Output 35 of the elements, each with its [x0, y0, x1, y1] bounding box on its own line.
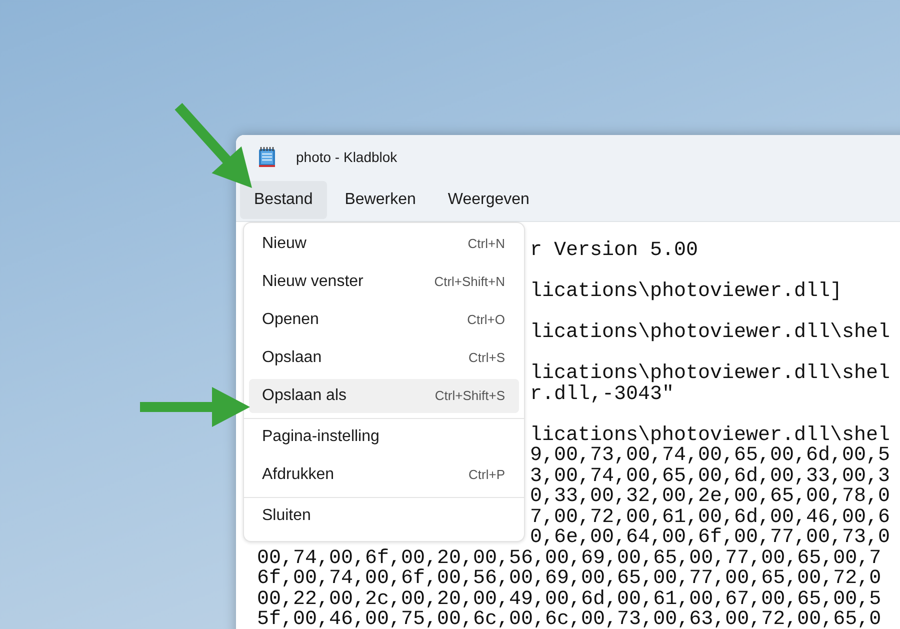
text-line: r.dll,-3043" [530, 382, 674, 406]
shortcut-text: Ctrl+P [468, 466, 505, 484]
text-line: lications\photoviewer.dll] [530, 280, 842, 303]
menu-item-label: Afdrukken [262, 465, 334, 485]
window-title: photo - Kladblok [296, 148, 398, 167]
shortcut-text: Ctrl+Shift+S [434, 387, 505, 406]
text-line: 7,00,72,00,61,00,6d,00,46,00,6 [530, 506, 890, 528]
shortcut-text: Ctrl+O [467, 311, 505, 330]
notepad-icon [258, 146, 276, 168]
menu-item-label: Nieuw [262, 234, 306, 254]
text-line: lications\photoviewer.dll\shel [530, 362, 890, 385]
text-line: 3,00,74,00,65,00,6d,00,33,00,3 [530, 464, 890, 488]
text-line: 5f,00,46,00,75,00,6c,00,6c,00,73,00,63,00,72,00,65,0 [257, 608, 882, 629]
text-line: lications\photoviewer.dll\shel [530, 321, 890, 344]
shortcut-text: Ctrl+Shift+N [434, 273, 505, 292]
text-line: 00,22,00,2c,00,20,00,49,00,6d,00,61,00,67,00,65,00,5 [257, 588, 882, 610]
menu-tab[interactable]: Bewerken [330, 181, 430, 219]
text-line: 9,00,73,00,74,00,65,00,6d,00,5 [530, 444, 890, 467]
menu-item-label: Pagina-instelling [262, 427, 380, 447]
menu-item-label: Opslaan als [262, 386, 346, 406]
text-line: 0,6e,00,64,00,6f,00,77,00,73,0 [530, 526, 890, 549]
shortcut-text: Ctrl+S [468, 349, 505, 368]
shortcut-text: Ctrl+N [468, 235, 505, 254]
menu-item-label: Sluiten [262, 506, 311, 526]
text-line: 00,74,00,6f,00,20,00,56,00,69,00,65,00,77,00,65,00,7 [257, 546, 882, 570]
menu-tab[interactable]: Bestand [240, 181, 327, 219]
menu-item-label: Opslaan [262, 348, 322, 368]
text-line: 0,33,00,32,00,2e,00,65,00,78,0 [530, 485, 890, 508]
menu-item-label: Nieuw venster [262, 272, 364, 292]
text-line: r Version 5.00 [530, 239, 698, 262]
text-line: lications\photoviewer.dll\shel [530, 424, 890, 446]
text-line: 6f,00,74,00,6f,00,56,00,69,00,65,00,77,00,65,00,72,0 [257, 567, 882, 590]
menu-item-label: Openen [262, 310, 319, 330]
menu-tab[interactable]: Weergeven [434, 181, 544, 219]
menu-item[interactable]: Opslaan als Ctrl+Shift+S [249, 379, 519, 413]
